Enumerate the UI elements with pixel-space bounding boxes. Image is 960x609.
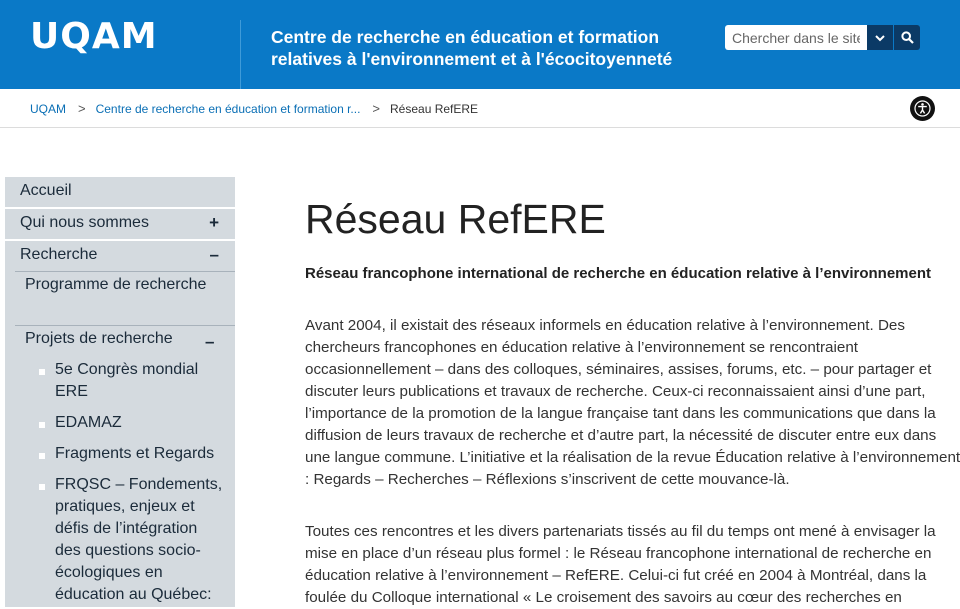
collapse-icon[interactable]: – [210,245,219,265]
sidebar-item-5e-congres[interactable]: 5e Congrès mondial ERE [55,359,225,403]
breadcrumb-link-uqam[interactable]: UQAM [30,102,66,116]
sidebar-item-recherche[interactable]: Recherche – [5,241,235,271]
bullet-icon [39,422,45,428]
search-button[interactable] [894,25,920,50]
bullet-icon [39,484,45,490]
expand-icon[interactable]: + [209,213,219,233]
sidebar-divider [15,271,235,272]
breadcrumb-separator: > [78,101,86,116]
sidebar-item-fragments-et-regards[interactable]: Fragments et Regards [55,443,225,465]
site-title[interactable]: Centre de recherche en éducation et form… [271,26,691,70]
search-bar [725,25,921,50]
bullet-icon [39,369,45,375]
sidebar-item-label: Accueil [20,182,72,199]
site-header: UQAM Centre de recherche en éducation et… [0,0,960,89]
search-input[interactable] [725,25,867,50]
breadcrumb: UQAM > Centre de recherche en éducation et… [30,101,478,116]
sidebar-item-edamaz[interactable]: EDAMAZ [55,412,225,434]
sidebar-item-programme-de-recherche[interactable]: Programme de recherche [25,274,215,296]
uqam-logo[interactable]: UQAM [30,16,158,57]
sidebar-nav: Accueil Qui nous sommes + Recherche – Pr… [5,177,235,607]
search-scope-dropdown[interactable] [867,25,893,50]
breadcrumb-divider [0,127,960,128]
accessibility-icon [914,100,931,117]
breadcrumb-separator: > [372,101,381,116]
breadcrumb-current: Réseau RefERE [390,102,479,116]
body-paragraph: Toutes ces rencontres et les divers part… [305,523,936,606]
sidebar-item-projets-de-recherche[interactable]: Projets de recherche [25,328,215,350]
collapse-icon[interactable]: – [205,332,214,352]
search-icon [900,31,914,44]
sidebar-item-label: Qui nous sommes [20,214,149,231]
page-title: Réseau RefERE [305,196,606,242]
sidebar-divider [15,325,235,326]
sidebar-item-qui-nous-sommes[interactable]: Qui nous sommes + [5,209,235,239]
breadcrumb-link-centre[interactable]: Centre de recherche en éducation et form… [96,102,361,116]
header-divider [240,20,241,89]
sidebar-item-frqsc[interactable]: FRQSC – Fondements, pratiques, enjeux et… [55,474,225,606]
sidebar-item-accueil[interactable]: Accueil [5,177,235,207]
sidebar-item-label: Recherche [20,246,98,263]
body-paragraph: Avant 2004, il existait des réseaux info… [305,317,960,488]
bullet-icon [39,453,45,459]
page-subtitle: Réseau francophone international de rech… [305,265,932,282]
accessibility-button[interactable] [910,96,935,121]
chevron-down-icon [875,34,885,41]
